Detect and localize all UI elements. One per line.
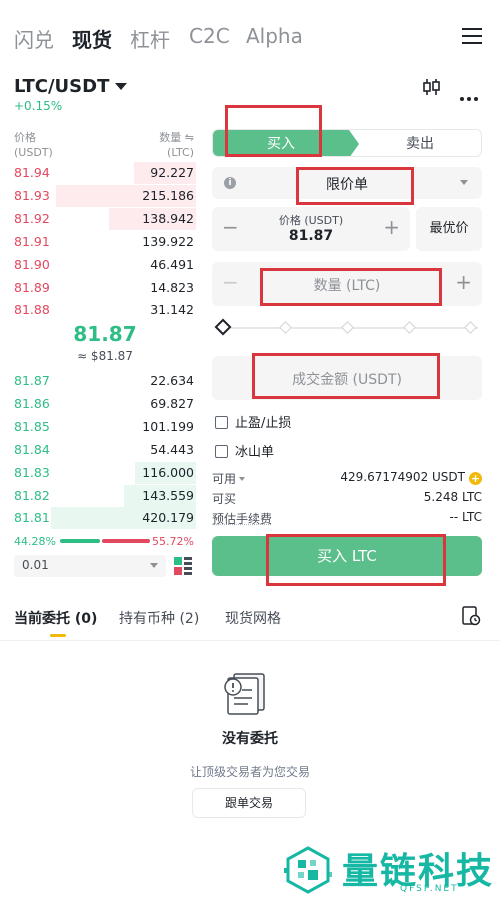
add-funds-icon[interactable]: + xyxy=(469,472,482,485)
tab-spot-grid[interactable]: 现货网格 xyxy=(225,608,281,628)
fee-label: 预估手续费 xyxy=(212,512,273,526)
iceberg-option[interactable]: 冰山单 xyxy=(215,441,274,460)
bid-row[interactable]: 81.85 101.199 xyxy=(14,416,196,438)
bid-row[interactable]: 81.82 143.559 xyxy=(14,485,196,507)
menu-icon[interactable] xyxy=(462,28,482,44)
watermark-logo xyxy=(284,846,332,894)
tab-open-orders[interactable]: 当前委托 (0) xyxy=(14,608,97,628)
precision-select[interactable]: 0.01 xyxy=(14,555,166,577)
highlight-total xyxy=(252,353,440,399)
sell-ratio-bar xyxy=(102,539,150,543)
tp-sl-option[interactable]: 止盈/止损 xyxy=(215,412,291,431)
orderbook-layout-icon[interactable] xyxy=(174,557,192,575)
candlestick-icon[interactable] xyxy=(422,78,442,96)
slider-50-mark[interactable] xyxy=(341,321,354,334)
active-tab-indicator xyxy=(50,634,66,637)
orderbook-qty-header[interactable]: 数量 ⇋ (LTC) xyxy=(159,130,194,160)
best-price-button[interactable]: 最优价 xyxy=(416,207,482,251)
highlight-order-type xyxy=(296,167,414,205)
price-increase-button[interactable]: + xyxy=(383,217,400,237)
buy-ratio-bar xyxy=(60,539,100,543)
top-tab-bar: 闪兑 现货 杠杆 C2C Alpha xyxy=(0,0,500,68)
iceberg-checkbox[interactable] xyxy=(215,445,228,458)
bid-row[interactable]: 81.83 116.000 xyxy=(14,462,196,484)
tab-holdings[interactable]: 持有币种 (2) xyxy=(119,608,199,628)
can-buy-label: 可买 xyxy=(212,492,237,506)
tab-convert[interactable]: 闪兑 xyxy=(14,24,54,53)
last-price[interactable]: 81.87 xyxy=(14,322,196,346)
tp-sl-label: 止盈/止损 xyxy=(235,416,292,431)
bid-row[interactable]: 81.81 420.179 xyxy=(14,507,196,529)
tab-margin[interactable]: 杠杆 xyxy=(130,24,170,53)
fee-value: -- LTC xyxy=(449,510,482,524)
empty-subtitle: 让顶级交易者为您交易 xyxy=(189,765,310,779)
tab-spot[interactable]: 现货 xyxy=(72,24,112,53)
pair-change: +0.15% xyxy=(14,99,63,113)
caret-down-icon xyxy=(460,180,468,185)
bid-row[interactable]: 81.86 69.827 xyxy=(14,393,196,415)
buy-tab-arrow xyxy=(349,130,359,156)
caret-down-icon xyxy=(150,563,158,568)
slider-100-mark[interactable] xyxy=(464,321,477,334)
copy-trading-button[interactable]: 跟单交易 xyxy=(192,788,306,818)
highlight-buy-tab xyxy=(225,105,322,157)
watermark-subtext: QFSP.NET xyxy=(400,884,459,894)
bid-row[interactable]: 81.87 22.634 xyxy=(14,370,196,392)
empty-title: 没有委托 xyxy=(222,731,278,747)
price-field[interactable]: − 价格 (USDT) 81.87 + xyxy=(212,207,410,251)
caret-down-icon[interactable] xyxy=(115,83,127,90)
last-price-usd: ≈ $81.87 xyxy=(77,349,133,363)
sell-ratio: 55.72% xyxy=(152,535,194,548)
tab-c2c[interactable]: C2C xyxy=(189,24,230,48)
price-value[interactable]: 81.87 xyxy=(212,228,410,244)
ask-row[interactable]: 81.93 215.186 xyxy=(14,185,196,207)
orderbook-price-header: 价格 (USDT) xyxy=(14,131,53,159)
ask-row[interactable]: 81.91 139.922 xyxy=(14,231,196,253)
tab-alpha[interactable]: Alpha xyxy=(246,24,303,48)
caret-down-icon xyxy=(239,477,246,481)
precision-value: 0.01 xyxy=(22,558,49,572)
can-buy-value: 5.248 LTC xyxy=(423,490,482,504)
ask-row[interactable]: 81.88 31.142 xyxy=(14,299,196,321)
more-icon[interactable] xyxy=(460,86,482,101)
available-value: 429.67174902 USDT + xyxy=(340,470,482,485)
price-label: 价格 (USDT) xyxy=(278,214,344,227)
highlight-buy-button xyxy=(266,534,446,586)
slider-75-mark[interactable] xyxy=(403,321,416,334)
highlight-quantity xyxy=(260,268,442,306)
ask-row[interactable]: 81.90 46.491 xyxy=(14,254,196,276)
buy-ratio: 44.28% xyxy=(14,535,56,548)
sell-tab[interactable]: 卖出 xyxy=(359,130,481,156)
pair-selector[interactable]: LTC/USDT xyxy=(14,76,109,97)
slider-25-mark[interactable] xyxy=(279,321,292,334)
empty-orders-icon xyxy=(224,673,265,715)
slider-thumb[interactable] xyxy=(214,318,232,336)
ask-row[interactable]: 81.89 14.823 xyxy=(14,277,196,299)
ask-row[interactable]: 81.94 92.227 xyxy=(14,162,196,184)
quantity-increase-button[interactable]: + xyxy=(455,272,472,292)
available-label[interactable]: 可用 xyxy=(212,470,246,487)
bid-row[interactable]: 81.84 54.443 xyxy=(14,439,196,461)
iceberg-label: 冰山单 xyxy=(235,445,275,460)
tp-sl-checkbox[interactable] xyxy=(215,416,228,429)
order-history-icon[interactable] xyxy=(461,606,481,626)
divider xyxy=(0,640,500,641)
ask-row[interactable]: 81.92 138.942 xyxy=(14,208,196,230)
